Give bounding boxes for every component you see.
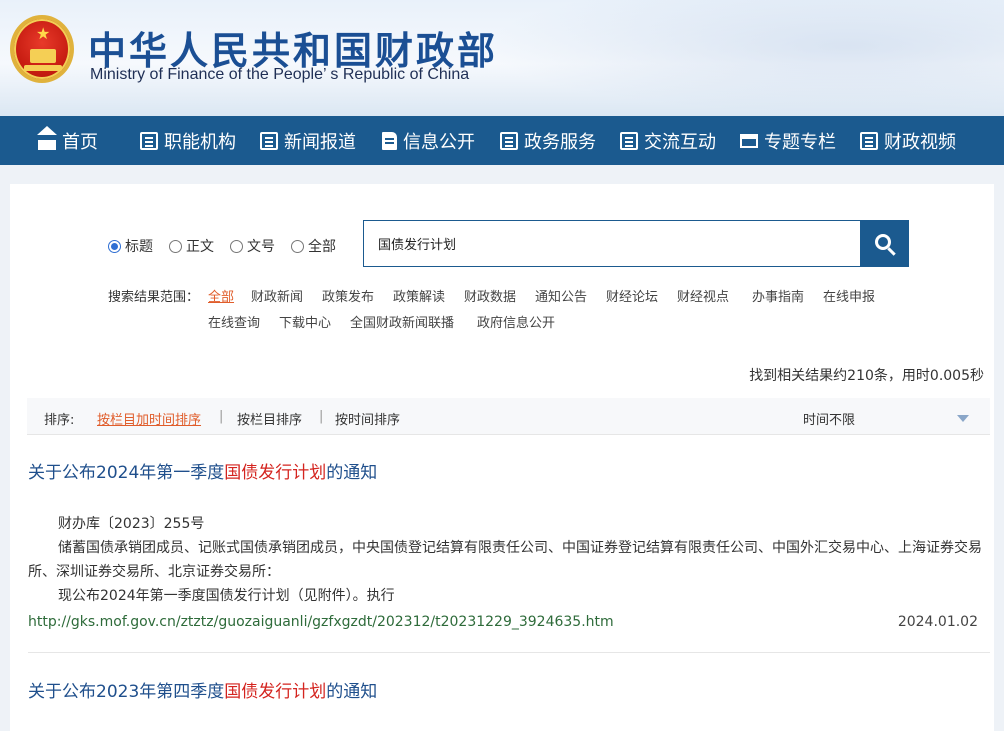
sort-bar: 排序: 按栏目加时间排序 | 按栏目排序 | 按时间排序 时间不限 (27, 398, 990, 435)
sort-separator: | (319, 409, 324, 424)
scope-all[interactable]: 全部 (208, 286, 234, 305)
radio-icon (291, 239, 304, 253)
radio-selected-icon (108, 239, 121, 253)
result-url[interactable]: http://gks.mof.gov.cn/ztztz/guozaiguanli… (28, 614, 614, 630)
search-results-panel: 标题 正文 文号 全部 搜索结果范围： 全部 财政新闻 政策发布 政策解读 财政… (10, 184, 994, 731)
sort-label: 排序: (44, 413, 75, 428)
site-title-en: Ministry of Finance of the People’ s Rep… (90, 66, 470, 83)
main-nav: 首页 职能机构 新闻报道 信息公开 政务服务 交流互动 专题专栏 财政视频 (0, 116, 1004, 165)
scope-finance-data[interactable]: 财政数据 (464, 286, 516, 305)
nav-item-services[interactable]: 政务服务 (500, 116, 596, 165)
scope-policy-release[interactable]: 政策发布 (322, 286, 374, 305)
sort-column[interactable]: 按栏目排序 (237, 409, 302, 428)
scope-online-filing[interactable]: 在线申报 (823, 286, 875, 305)
home-icon (37, 125, 57, 150)
search-field-options: 标题 正文 文号 全部 (108, 236, 336, 256)
nav-item-organization[interactable]: 职能机构 (140, 116, 236, 165)
chat-icon (620, 131, 638, 150)
time-filter-select[interactable]: 时间不限 (803, 409, 855, 428)
scope-forum[interactable]: 财经论坛 (606, 286, 658, 305)
result-title-1[interactable]: 关于公布2024年第一季度国债发行计划的通知 (28, 458, 377, 483)
nav-item-interaction[interactable]: 交流互动 (620, 116, 716, 165)
list-icon (140, 131, 158, 150)
edit-icon (500, 131, 518, 150)
result-title-2[interactable]: 关于公布2023年第四季度国债发行计划的通知 (28, 677, 377, 702)
scope-guide[interactable]: 办事指南 (752, 286, 804, 305)
sort-column-time[interactable]: 按栏目加时间排序 (97, 409, 201, 428)
scope-viewpoint[interactable]: 财经视点 (677, 286, 729, 305)
nav-item-home[interactable]: 首页 (37, 116, 98, 165)
document-icon (382, 131, 397, 150)
nav-item-info-disclosure[interactable]: 信息公开 (382, 116, 475, 165)
search-icon (874, 233, 891, 250)
chevron-down-icon[interactable] (957, 415, 969, 422)
radio-body[interactable]: 正文 (169, 236, 214, 256)
radio-icon (169, 239, 182, 253)
result-date: 2024.01.02 (897, 614, 978, 630)
site-header: ★ 中华人民共和国财政部 Ministry of Finance of the … (0, 0, 1004, 116)
national-emblem-icon[interactable]: ★ (10, 15, 74, 83)
radio-doc-number[interactable]: 文号 (230, 236, 275, 256)
radio-all[interactable]: 全部 (291, 236, 336, 256)
result-divider (28, 652, 990, 653)
scope-national-news[interactable]: 全国财政新闻联播 (350, 312, 454, 331)
scope-downloads[interactable]: 下载中心 (279, 312, 331, 331)
window-icon (740, 133, 758, 148)
scope-label: 搜索结果范围： (108, 290, 200, 305)
scope-finance-news[interactable]: 财政新闻 (251, 286, 303, 305)
result-snippet-line: 财办库〔2023〕255号 (58, 516, 205, 532)
sort-separator: | (219, 409, 224, 424)
radio-title[interactable]: 标题 (108, 236, 153, 256)
nav-item-news[interactable]: 新闻报道 (260, 116, 356, 165)
scope-notices[interactable]: 通知公告 (535, 286, 587, 305)
radio-icon (230, 239, 243, 253)
nav-item-videos[interactable]: 财政视频 (860, 116, 956, 165)
scope-online-query[interactable]: 在线查询 (208, 312, 260, 331)
search-button[interactable] (860, 220, 909, 267)
sort-time[interactable]: 按时间排序 (335, 409, 400, 428)
result-stats: 找到相关结果约210条，用时0.005秒 (749, 368, 984, 384)
result-snippet-line: 现公布2024年第一季度国债发行计划（见附件）。执行 (58, 588, 395, 604)
result-snippet-line: 储蓄国债承销团成员、记账式国债承销团成员，中央国债登记结算有限责任公司、中国证券… (28, 540, 982, 580)
scope-policy-interpretation[interactable]: 政策解读 (393, 286, 445, 305)
nav-item-topics[interactable]: 专题专栏 (740, 116, 836, 165)
news-icon (260, 131, 278, 150)
search-input[interactable] (363, 220, 861, 267)
video-icon (860, 131, 878, 150)
scope-gov-info[interactable]: 政府信息公开 (477, 312, 555, 331)
